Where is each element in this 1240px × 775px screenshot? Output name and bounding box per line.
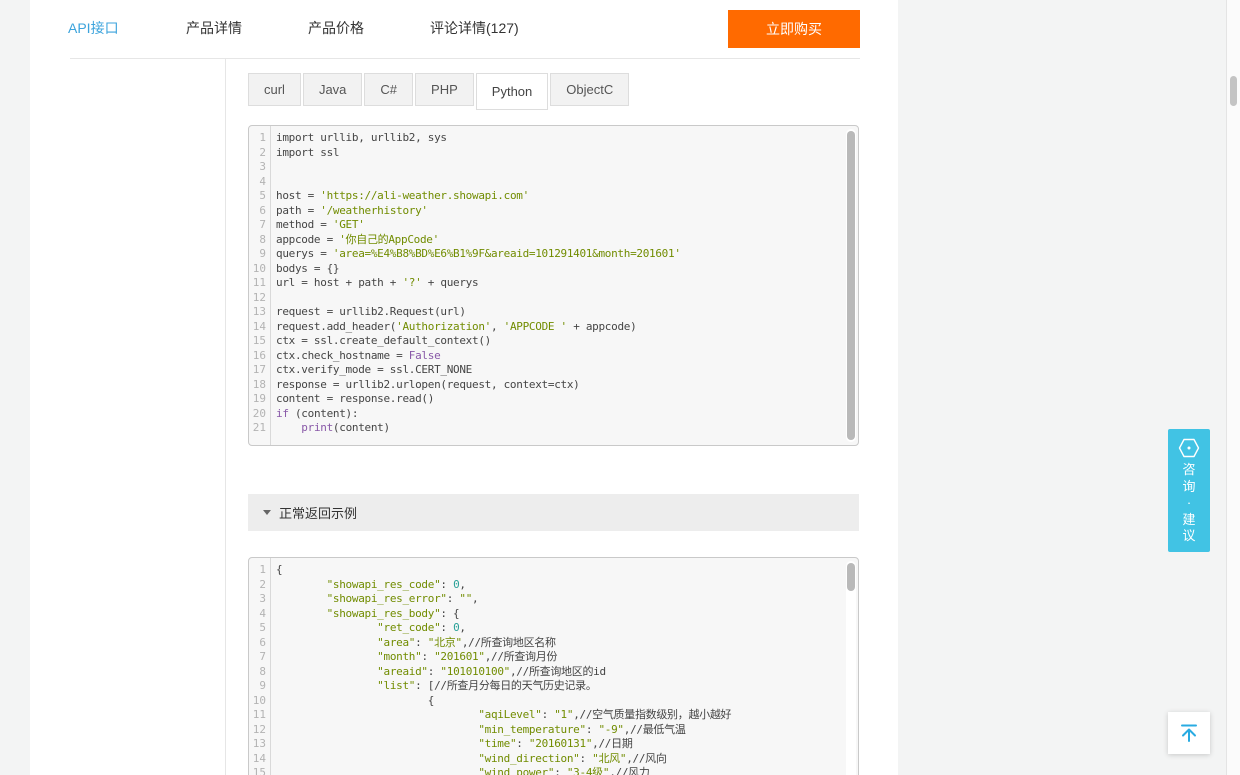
line-number-gutter: 123456789101112131415161718192021 xyxy=(249,126,271,445)
tab-objectc[interactable]: ObjectC xyxy=(550,73,629,106)
consult-feedback-widget[interactable]: 咨 询 · 建 议 xyxy=(1168,429,1210,552)
code-scrollbar-thumb[interactable] xyxy=(847,131,855,440)
back-to-top-button[interactable] xyxy=(1168,712,1210,754)
content-panel: API接口 产品详情 产品价格 评论详情(127) 立即购买 curl Java… xyxy=(30,0,898,775)
code-scrollbar-track[interactable] xyxy=(846,561,856,775)
tab-java[interactable]: Java xyxy=(303,73,362,106)
page: API接口 产品详情 产品价格 评论详情(127) 立即购买 curl Java… xyxy=(0,0,1240,775)
code-lines: import urllib, urllib2, sysimport ssl ho… xyxy=(271,126,858,445)
language-tabs: curl Java C# PHP Python ObjectC xyxy=(248,73,629,110)
page-scrollbar-thumb[interactable] xyxy=(1230,76,1237,106)
response-section-header[interactable]: 正常返回示例 xyxy=(248,494,859,531)
nav-tab-details[interactable]: 产品详情 xyxy=(186,18,242,38)
tab-python[interactable]: Python xyxy=(476,73,548,110)
nav-tab-pricing[interactable]: 产品价格 xyxy=(308,18,364,38)
nav-divider xyxy=(70,58,860,59)
line-number-gutter: 123456789101112131415 xyxy=(249,558,271,775)
page-scrollbar[interactable] xyxy=(1226,0,1240,775)
back-to-top-icon xyxy=(1177,721,1201,745)
code-scrollbar-thumb[interactable] xyxy=(847,563,855,591)
nav-tab-api[interactable]: API接口 xyxy=(68,18,119,38)
code-scrollbar-track[interactable] xyxy=(846,129,856,442)
consult-label: 咨 询 · 建 议 xyxy=(1182,462,1195,545)
tab-csharp[interactable]: C# xyxy=(364,73,413,106)
request-code-block: 123456789101112131415161718192021 import… xyxy=(248,125,859,446)
sidebar-divider xyxy=(225,58,226,775)
response-section-title: 正常返回示例 xyxy=(279,503,357,522)
response-code-block: 123456789101112131415 { "showapi_res_cod… xyxy=(248,557,859,775)
tab-curl[interactable]: curl xyxy=(248,73,301,106)
buy-now-button[interactable]: 立即购买 xyxy=(728,10,860,48)
tab-php[interactable]: PHP xyxy=(415,73,474,106)
nav-tab-reviews[interactable]: 评论详情(127) xyxy=(430,18,519,38)
collapse-triangle-icon xyxy=(263,510,271,515)
chat-bubble-icon xyxy=(1178,438,1200,458)
code-lines: { "showapi_res_code": 0, "showapi_res_er… xyxy=(271,558,858,775)
